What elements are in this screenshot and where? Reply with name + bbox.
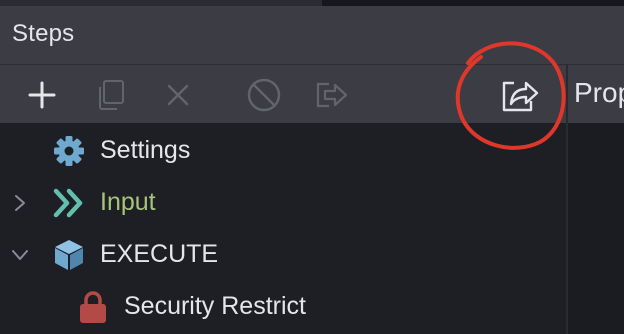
cube-icon [55,240,83,270]
steps-tree: Settings Input EXECUTE Security Restrict [0,123,566,334]
add-step-button[interactable] [20,73,64,117]
export-step-button[interactable] [494,73,546,117]
tree-item-label: Security Restrict [124,292,306,320]
steps-panel-header: Steps [0,6,624,65]
lock-icon [80,291,106,323]
double-chevron-right-icon [53,188,83,218]
tree-item-label: Input [100,188,156,216]
arrow-right-box-icon [316,82,348,108]
share-icon [502,81,539,112]
close-icon [167,84,189,106]
delete-step-button[interactable] [156,73,200,117]
properties-panel-body [568,123,624,334]
gear-icon [54,136,84,166]
chevron-down-icon[interactable] [10,245,30,265]
disable-step-button[interactable] [242,73,286,117]
disable-icon [247,78,281,112]
steps-toolbar [0,65,566,123]
tree-item-security-restrict[interactable]: Security Restrict [0,281,566,333]
panel-title: Steps [12,20,75,47]
tree-item-execute[interactable]: EXECUTE [0,229,566,281]
tree-item-label: Settings [100,136,191,164]
tree-item-input[interactable]: Input [0,177,566,229]
properties-panel-header: Prop [568,65,624,123]
plus-icon [28,81,56,109]
tree-item-settings[interactable]: Settings [0,125,566,177]
move-step-button[interactable] [310,73,354,117]
copy-icon [99,80,124,110]
tree-item-label: EXECUTE [100,240,219,268]
properties-title: Prop [574,77,624,108]
duplicate-step-button[interactable] [88,73,132,117]
chevron-right-icon[interactable] [10,193,30,213]
